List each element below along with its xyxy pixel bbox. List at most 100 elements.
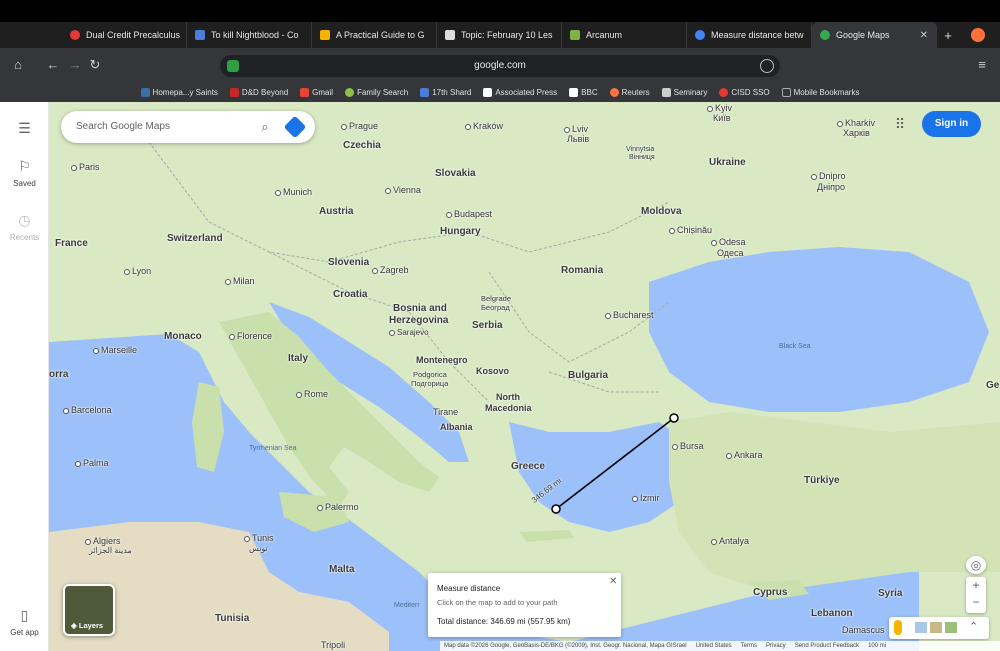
url-text: google.com [474,60,526,71]
home-icon[interactable]: ⌂ [9,56,27,74]
bookmark-cisd-sso[interactable]: CISD SSO [719,87,770,97]
ap-icon [483,87,493,97]
zoom-out-button[interactable]: − [966,594,986,611]
footer-link-feedback[interactable]: Send Product Feedback [795,643,859,649]
apps-grid-icon[interactable]: ⠿ [893,117,907,131]
footer-link-privacy[interactable]: Privacy [766,643,786,649]
zoom-in-button[interactable]: + [966,577,986,594]
tab-favicon-icon [195,30,205,40]
forward-icon[interactable]: → [66,56,84,74]
back-icon[interactable]: ← [44,56,62,74]
footer-link-terms[interactable]: Terms [741,643,757,649]
satellite-thumb-icon[interactable] [945,622,957,633]
label-italy: Italy [288,353,309,364]
pegman-icon[interactable] [894,620,902,635]
city-bucharest: Bucharest [605,310,654,320]
city-krakow: Kraków [465,121,503,131]
hamburger-menu-button[interactable]: ☰ [0,120,49,141]
new-tab-button[interactable]: + [937,28,959,43]
label-black-sea: Black Sea [779,343,811,350]
bookmark-17th-shard[interactable]: 17th Shard [420,87,471,97]
label-andorra: orra [49,369,69,380]
tab-favicon-icon [320,30,330,40]
label-cyprus: Cyprus [753,587,788,598]
city-kyiv: Kyiv [707,103,732,113]
bookmark-label: D&D Beyond [241,87,289,97]
url-bar[interactable]: google.com [220,55,780,77]
get-app-button[interactable]: ▯ Get app [0,607,49,637]
tab-google-maps[interactable]: Google Maps ✕ [812,22,937,48]
directions-icon[interactable] [283,115,307,139]
city-tirane: Tirane [433,407,459,417]
my-location-button[interactable]: ◎ [966,556,986,574]
tab-precalculus[interactable]: Dual Credit Precalculus [62,22,187,48]
bookmarks-bar: Homepa...y Saints D&D Beyond Gmail Famil… [0,82,1000,102]
map-thumb-icon[interactable] [915,622,927,633]
city-vienna: Vienna [385,185,421,195]
label-malta: Malta [329,564,355,575]
label-france: France [55,238,88,249]
bbc-icon [569,87,579,97]
city-lviv: Lviv [564,124,588,134]
recents-button[interactable]: ◷ Recents [0,212,49,242]
black-sea [649,247,989,412]
terrain-thumb-icon[interactable] [930,622,942,633]
tab-nightblood[interactable]: To kill Nightblood - Co [187,22,312,48]
city-tripoli: Tripoli [321,640,346,650]
tree-icon [345,87,355,97]
bookmark-seminary[interactable]: Seminary [661,87,707,97]
left-rail: ☰ ⚐ Saved ◷ Recents ▯ Get app [0,102,49,651]
label-north: North [496,392,520,402]
tab-practical-guide[interactable]: A Practical Guide to G [312,22,437,48]
sign-in-button[interactable]: Sign in [922,111,981,137]
bookmark-reuters[interactable]: Reuters [609,87,650,97]
close-icon[interactable]: ✕ [609,576,617,587]
search-box[interactable]: Search Google Maps ⌕ [61,111,315,143]
bookmark-label: CISD SSO [731,87,770,97]
tab-favicon-icon [445,30,455,40]
reload-icon[interactable]: ↻ [86,56,104,74]
tab-strip-padding [0,22,62,48]
tab-measure-distance[interactable]: Measure distance betw [687,22,812,48]
bookmark-bbc[interactable]: BBC [569,87,598,97]
city-tunis: Tunis [244,533,274,543]
bookmark-dnd-beyond[interactable]: D&D Beyond [229,87,289,97]
label-mediterranean: Mediterr [394,602,420,609]
bookmark-label: Homepa...y Saints [152,87,218,97]
bookmark-gmail[interactable]: Gmail [300,87,333,97]
saved-button[interactable]: ⚐ Saved [0,158,49,188]
scale-bar[interactable]: 100 mi [868,643,886,649]
menu-icon[interactable]: ≡ [973,56,991,74]
extension-icon[interactable] [760,59,774,73]
label-slovenia: Slovenia [328,257,370,268]
tab-label: Measure distance betw [711,30,804,40]
tab-label: To kill Nightblood - Co [211,30,299,40]
tab-arcanum[interactable]: Arcanum [562,22,687,48]
get-app-label: Get app [10,628,39,637]
bookmark-family-search[interactable]: Family Search [345,87,408,97]
google-icon [820,30,830,40]
tab-february-lesson[interactable]: Topic: February 10 Les [437,22,562,48]
bookmark-mobile-bookmarks[interactable]: Mobile Bookmarks [781,87,859,97]
layers-label: ◈ Layers [71,621,104,630]
bookmark-icon [719,87,729,97]
footer-link-region[interactable]: United States [696,643,732,649]
bookmark-associated-press[interactable]: Associated Press [483,87,557,97]
expand-up-icon[interactable]: ⌃ [969,620,978,633]
close-tab-icon[interactable]: ✕ [912,30,928,41]
city-prague: Prague [341,121,378,131]
bookmark-saints[interactable]: Homepa...y Saints [140,87,218,97]
search-input[interactable]: Search Google Maps [76,121,170,132]
map-canvas[interactable]: 346.69 mi Czechia Slovakia Ukraine Austr… [49,102,1000,651]
layers-button[interactable]: ◈ Layers [63,584,115,636]
target-icon: ◎ [970,558,982,572]
shield-icon [227,60,239,72]
search-icon[interactable]: ⌕ [256,118,274,136]
city-podgorica-native: Подгорица [411,379,449,388]
city-vinnytsia-native: Вінниця [629,154,655,161]
label-georgia: Ge [986,380,1000,391]
city-bursa: Bursa [672,441,704,451]
label-tyrrhenian-sea: Tyrrhenian Sea [249,445,297,452]
bookmark-icon [229,87,239,97]
label-macedonia: Macedonia [485,403,532,413]
